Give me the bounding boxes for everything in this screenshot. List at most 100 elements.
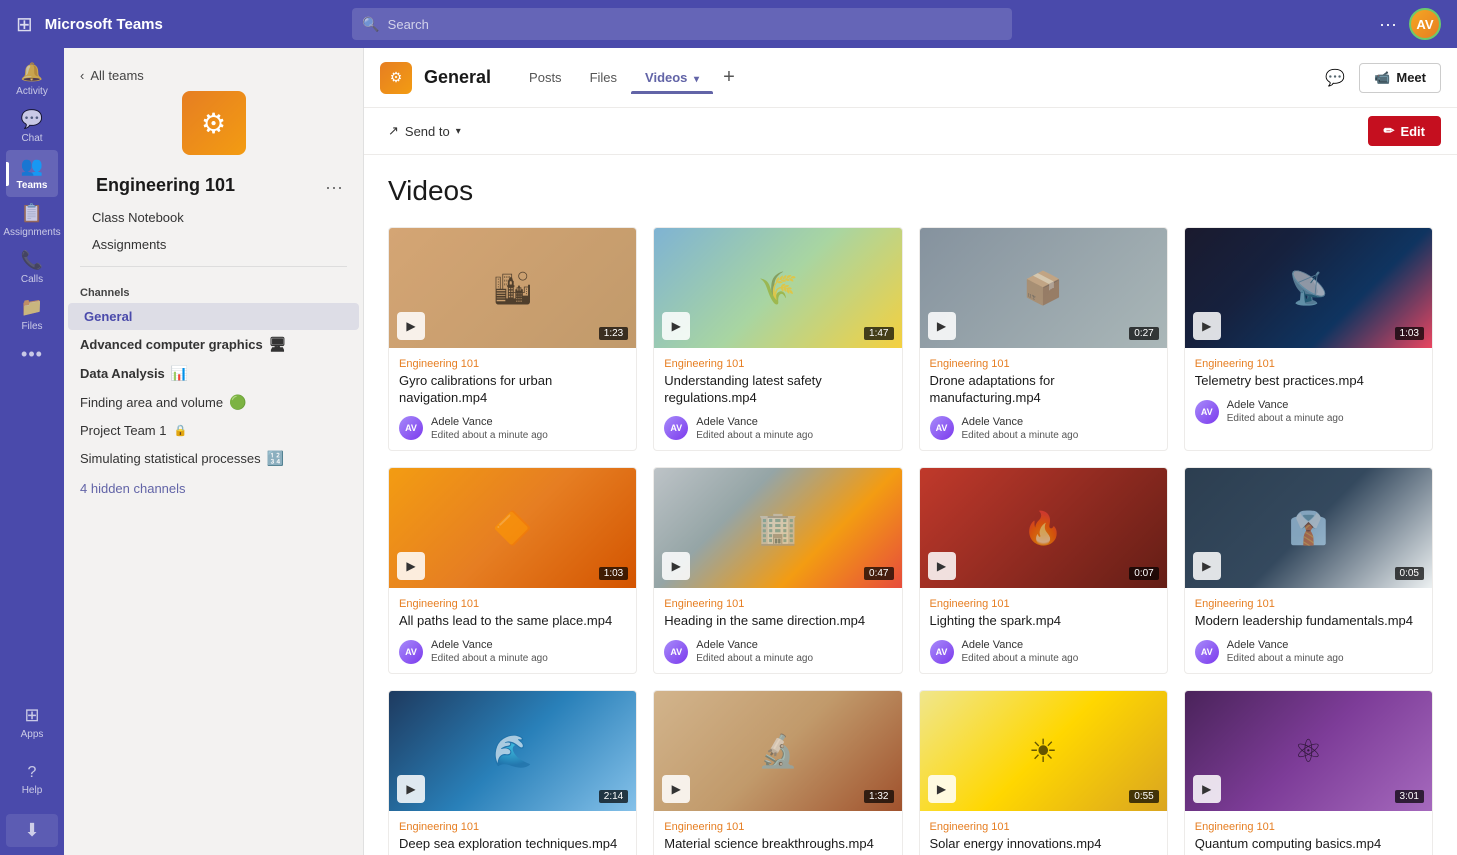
video-name: Gyro calibrations for urban navigation.m… <box>399 373 626 407</box>
channel-header: ⚙ General Posts Files Videos ▾ + 💬 <box>364 48 1457 108</box>
video-card[interactable]: 📦 ▶ 0:27 Engineering 101 Drone adaptatio… <box>919 227 1168 451</box>
send-to-button[interactable]: ↗ Send to ▾ <box>380 119 469 143</box>
duration-badge: 3:01 <box>1395 790 1424 803</box>
author-avatar: AV <box>930 416 954 440</box>
video-card[interactable]: 🏢 ▶ 0:47 Engineering 101 Heading in the … <box>653 467 902 674</box>
meet-button[interactable]: 📹 Meet <box>1359 63 1441 93</box>
video-card[interactable]: 🔶 ▶ 1:03 Engineering 101 All paths lead … <box>388 467 637 674</box>
video-thumbnail: 🔥 ▶ 0:07 <box>920 468 1167 588</box>
sidebar-item-chat[interactable]: 💬 Chat <box>6 103 58 150</box>
author-name: Adele Vance <box>962 638 1079 652</box>
video-info: Engineering 101 Lighting the spark.mp4 A… <box>920 588 1167 673</box>
team-logo-wrapper: ⚙ <box>64 91 363 171</box>
play-button[interactable]: ▶ <box>1193 552 1221 580</box>
video-card[interactable]: ☀ ▶ 0:55 Engineering 101 Solar energy in… <box>919 690 1168 855</box>
play-button[interactable]: ▶ <box>397 775 425 803</box>
notebook-label: Class Notebook <box>92 210 184 225</box>
play-button[interactable]: ▶ <box>1193 775 1221 803</box>
sidebar-item-calls[interactable]: 📞 Calls <box>6 244 58 291</box>
play-button[interactable]: ▶ <box>928 775 956 803</box>
sidebar-item-files[interactable]: 📁 Files <box>6 291 58 338</box>
author-edited: Edited about a minute ago <box>962 652 1079 665</box>
video-info: Engineering 101 Understanding latest saf… <box>654 348 901 450</box>
channel-simulating[interactable]: Simulating statistical processes 🔢 <box>64 444 363 473</box>
author-name: Adele Vance <box>431 415 548 429</box>
author-name: Adele Vance <box>696 638 813 652</box>
video-name: Understanding latest safety regulations.… <box>664 373 891 407</box>
back-arrow-icon: ‹ <box>80 68 84 83</box>
area-badge: 🟢 <box>229 394 246 411</box>
assignments-link[interactable]: Assignments <box>64 231 363 258</box>
conversation-icon-button[interactable]: 💬 <box>1319 62 1351 94</box>
sidebar-item-help[interactable]: ? Help <box>6 758 58 802</box>
video-info: Engineering 101 Material science breakth… <box>654 811 901 855</box>
video-card[interactable]: 🌊 ▶ 2:14 Engineering 101 Deep sea explor… <box>388 690 637 855</box>
tab-posts[interactable]: Posts <box>515 62 576 93</box>
channel-project[interactable]: Project Team 1 🔒 <box>64 417 363 444</box>
duration-badge: 0:47 <box>864 567 893 580</box>
video-info: Engineering 101 Quantum computing basics… <box>1185 811 1432 855</box>
sidebar-item-more[interactable]: ••• <box>6 338 58 371</box>
hidden-channels-link[interactable]: 4 hidden channels <box>64 473 363 504</box>
author-name: Adele Vance <box>1227 398 1344 412</box>
search-input[interactable] <box>388 17 1003 32</box>
video-card[interactable]: 👔 ▶ 0:05 Engineering 101 Modern leadersh… <box>1184 467 1433 674</box>
play-button[interactable]: ▶ <box>397 552 425 580</box>
grid-icon[interactable]: ⊞ <box>16 12 33 37</box>
lock-icon: 🔒 <box>173 424 187 437</box>
channel-data[interactable]: Data Analysis 📊 <box>64 359 363 388</box>
class-notebook-link[interactable]: Class Notebook <box>64 204 363 231</box>
topbar: ⊞ Microsoft Teams 🔍 ··· AV <box>0 0 1457 48</box>
assignments-icon: 📋 <box>21 203 43 224</box>
data-badge: 📊 <box>171 365 188 382</box>
duration-badge: 0:55 <box>1129 790 1158 803</box>
back-to-teams[interactable]: ‹ All teams <box>64 60 363 91</box>
activity-icon: 🔔 <box>21 62 43 83</box>
video-thumbnail: 👔 ▶ 0:05 <box>1185 468 1432 588</box>
video-card[interactable]: 🌾 ▶ 1:47 Engineering 101 Understanding l… <box>653 227 902 451</box>
tab-files[interactable]: Files <box>576 62 631 93</box>
channel-area[interactable]: Finding area and volume 🟢 <box>64 388 363 417</box>
channel-general[interactable]: General <box>68 303 359 330</box>
add-tab-button[interactable]: + <box>713 58 745 97</box>
play-button[interactable]: ▶ <box>928 552 956 580</box>
tab-videos[interactable]: Videos ▾ <box>631 62 713 93</box>
meet-label: Meet <box>1396 70 1426 85</box>
play-button[interactable]: ▶ <box>662 775 690 803</box>
sidebar-item-assignments[interactable]: 📋 Assignments <box>6 197 58 244</box>
author-avatar: AV <box>664 416 688 440</box>
video-channel: Engineering 101 <box>930 598 1157 610</box>
play-button[interactable]: ▶ <box>397 312 425 340</box>
author-name: Adele Vance <box>431 638 548 652</box>
conversation-icon: 💬 <box>1325 68 1345 88</box>
assignments-sidebar-label: Assignments <box>92 237 166 252</box>
simulating-badge: 🔢 <box>267 450 284 467</box>
author-name: Adele Vance <box>962 415 1079 429</box>
edit-button[interactable]: ✏ Edit <box>1368 116 1441 146</box>
video-card[interactable]: ⚛ ▶ 3:01 Engineering 101 Quantum computi… <box>1184 690 1433 855</box>
more-options-icon[interactable]: ··· <box>1379 14 1397 35</box>
channel-divider <box>80 266 347 267</box>
sidebar-item-apps[interactable]: ⊞ Apps <box>6 699 58 746</box>
play-button[interactable]: ▶ <box>928 312 956 340</box>
search-bar[interactable]: 🔍 <box>352 8 1012 40</box>
sidebar-item-teams[interactable]: 👥 Teams <box>6 150 58 197</box>
play-button[interactable]: ▶ <box>1193 312 1221 340</box>
video-thumbnail: 🌾 ▶ 1:47 <box>654 228 901 348</box>
channel-tabs: Posts Files Videos ▾ + <box>515 58 745 97</box>
video-card[interactable]: 📡 ▶ 1:03 Engineering 101 Telemetry best … <box>1184 227 1433 451</box>
play-button[interactable]: ▶ <box>662 552 690 580</box>
team-more-button[interactable]: ··· <box>321 173 347 202</box>
help-icon: ? <box>28 764 37 782</box>
sidebar-item-download[interactable]: ⬇ <box>6 814 58 847</box>
video-grid: 🏙 ▶ 1:23 Engineering 101 Gyro calibratio… <box>388 227 1433 855</box>
video-info: Engineering 101 Telemetry best practices… <box>1185 348 1432 433</box>
video-card[interactable]: 🔥 ▶ 0:07 Engineering 101 Lighting the sp… <box>919 467 1168 674</box>
user-avatar[interactable]: AV <box>1409 8 1441 40</box>
video-card[interactable]: 🔬 ▶ 1:32 Engineering 101 Material scienc… <box>653 690 902 855</box>
sidebar-item-activity[interactable]: 🔔 Activity <box>6 56 58 103</box>
video-info: Engineering 101 Solar energy innovations… <box>920 811 1167 855</box>
play-button[interactable]: ▶ <box>662 312 690 340</box>
video-card[interactable]: 🏙 ▶ 1:23 Engineering 101 Gyro calibratio… <box>388 227 637 451</box>
channel-advanced[interactable]: Advanced computer graphics 🖥 <box>64 330 363 359</box>
